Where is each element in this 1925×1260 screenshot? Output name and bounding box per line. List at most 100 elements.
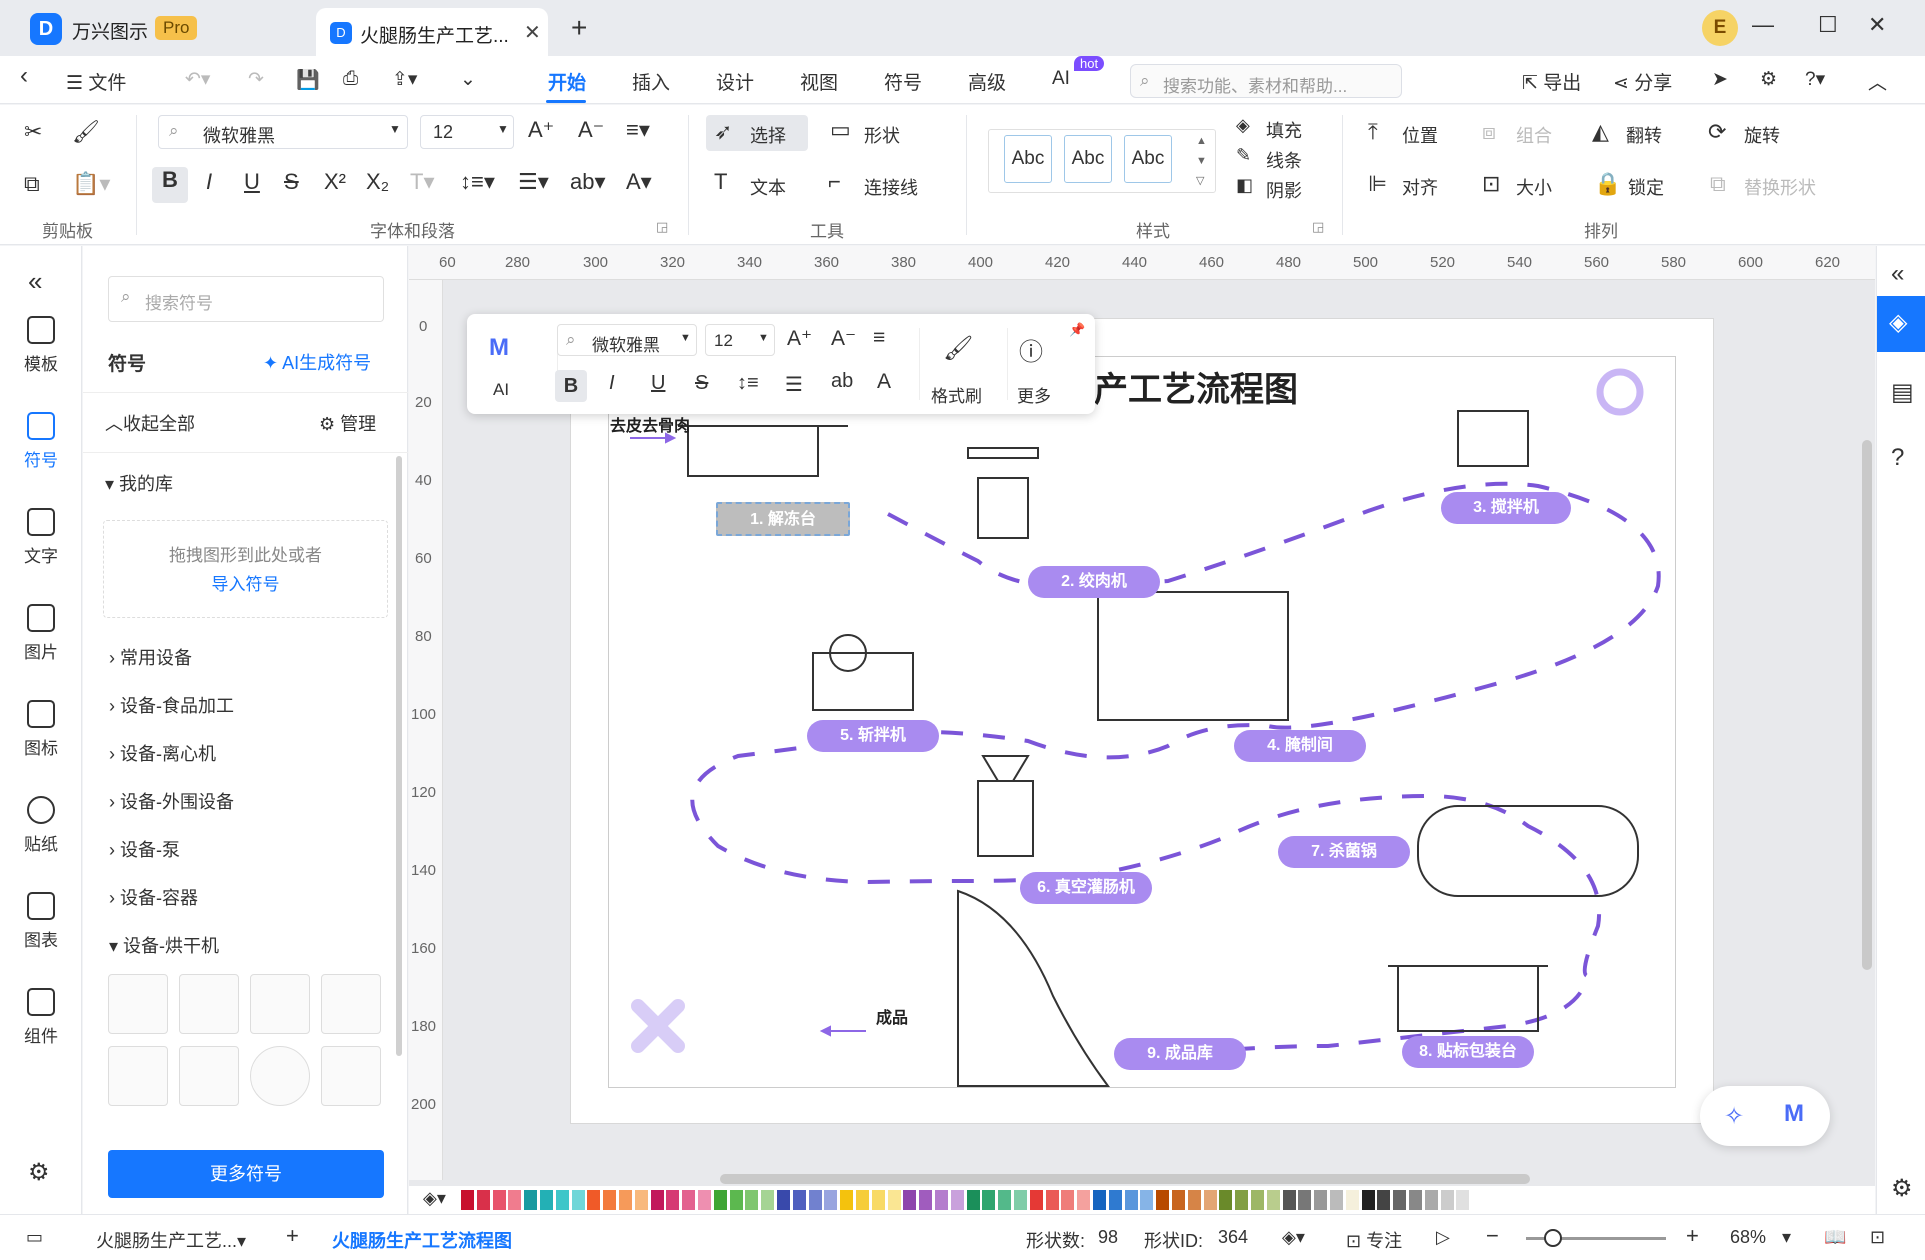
increase-font-icon[interactable]: A⁺ <box>528 117 554 143</box>
back-arrow-icon[interactable]: ‹ <box>20 62 28 90</box>
color-swatch[interactable] <box>745 1190 759 1210</box>
group-label[interactable]: 组合 <box>1516 122 1552 148</box>
ai-logo-icon[interactable]: M <box>489 334 509 362</box>
step-8-label[interactable]: 8. 贴标包装台 <box>1402 1036 1534 1068</box>
color-swatch[interactable] <box>982 1190 996 1210</box>
gallery-scroll-icon[interactable]: ▲ ▼ ▽ <box>1196 131 1207 191</box>
horizontal-scrollbar[interactable] <box>720 1174 1530 1184</box>
zoom-value[interactable]: 68% <box>1730 1227 1766 1248</box>
color-swatch[interactable] <box>1266 1190 1280 1210</box>
shadow-icon[interactable]: ◧ <box>1236 175 1253 196</box>
font-color-icon[interactable]: A▾ <box>626 169 652 195</box>
book-view-icon[interactable]: 📖 <box>1824 1227 1846 1248</box>
bold-button[interactable]: B <box>152 167 188 203</box>
increase-font-icon[interactable]: A⁺ <box>787 326 812 351</box>
color-swatch[interactable] <box>1298 1190 1312 1210</box>
nav-sticker[interactable]: 贴纸 <box>0 796 82 855</box>
connector-icon[interactable]: ⌐ <box>828 169 841 195</box>
color-swatch[interactable] <box>1361 1190 1375 1210</box>
nav-image[interactable]: 图片 <box>0 604 82 663</box>
line-label[interactable]: 线条 <box>1266 147 1302 173</box>
minimize-button[interactable]: — <box>1752 12 1774 38</box>
subscript-button[interactable]: X₂ <box>366 169 389 195</box>
export-button[interactable]: ⇱ 导出 <box>1522 68 1581 95</box>
settings-icon[interactable]: ⚙ <box>1760 68 1777 91</box>
magic-wand-icon[interactable]: ✧ <box>1724 1102 1744 1131</box>
color-swatch[interactable] <box>492 1190 506 1210</box>
color-swatch[interactable] <box>1014 1190 1027 1210</box>
lock-label[interactable]: 锁定 <box>1628 174 1664 200</box>
color-swatch[interactable] <box>1124 1190 1138 1210</box>
step-2-label[interactable]: 2. 绞肉机 <box>1028 566 1160 598</box>
close-window-button[interactable]: ✕ <box>1868 12 1886 38</box>
nav-component[interactable]: 组件 <box>0 988 82 1047</box>
step-4-label[interactable]: 4. 腌制间 <box>1234 730 1366 762</box>
color-swatch[interactable] <box>1093 1190 1106 1210</box>
font-family-select[interactable]: ⌕ 微软雅黑 ▼ <box>158 115 408 149</box>
shape-icon[interactable]: ▭ <box>830 117 851 143</box>
category-item[interactable]: › 设备-外围设备 <box>109 788 234 814</box>
color-swatch[interactable] <box>540 1190 553 1210</box>
color-swatch[interactable] <box>1409 1190 1422 1210</box>
color-swatch[interactable] <box>1156 1190 1170 1210</box>
color-swatch[interactable] <box>1456 1190 1470 1210</box>
color-swatch[interactable] <box>698 1190 711 1210</box>
zoom-chevron-icon[interactable]: ▾ <box>1782 1227 1791 1248</box>
color-swatch[interactable] <box>634 1190 648 1210</box>
menu-tab-design[interactable]: 设计 <box>716 68 754 95</box>
color-swatch[interactable] <box>808 1190 822 1210</box>
color-swatch[interactable] <box>461 1190 474 1210</box>
text-tool-label[interactable]: 文本 <box>750 174 786 200</box>
color-swatch[interactable] <box>856 1190 869 1210</box>
flip-label[interactable]: 翻转 <box>1626 122 1662 148</box>
category-item[interactable]: › 设备-容器 <box>109 884 198 910</box>
color-swatch[interactable] <box>713 1190 727 1210</box>
zoom-out-button[interactable]: − <box>1486 1223 1499 1249</box>
size-icon[interactable]: ⊡ <box>1482 171 1500 197</box>
color-swatch[interactable] <box>1219 1190 1233 1210</box>
replace-shape-icon[interactable]: ⧉ <box>1710 171 1726 197</box>
my-library[interactable]: ▾ 我的库 <box>105 470 173 496</box>
size-label[interactable]: 大小 <box>1516 174 1552 200</box>
dryer-symbol[interactable] <box>108 974 168 1034</box>
font-color-icon[interactable]: A <box>877 370 891 394</box>
color-swatch[interactable] <box>919 1190 933 1210</box>
category-item[interactable]: › 设备-食品加工 <box>109 692 234 718</box>
menu-tab-insert[interactable]: 插入 <box>632 68 670 95</box>
font-size-select[interactable]: 12 ▼ <box>420 115 514 149</box>
color-swatch[interactable] <box>524 1190 538 1210</box>
float-size-select[interactable]: 12 ▼ <box>705 324 775 356</box>
bold-button[interactable]: B <box>555 370 587 402</box>
color-swatch[interactable] <box>682 1190 696 1210</box>
color-swatch[interactable] <box>935 1190 948 1210</box>
color-swatch[interactable] <box>1314 1190 1328 1210</box>
help-icon[interactable]: ? <box>1891 444 1904 472</box>
cut-icon[interactable]: ✂ <box>24 119 42 145</box>
color-swatch[interactable] <box>603 1190 617 1210</box>
active-page-tab[interactable]: 火腿肠生产工艺流程图 <box>332 1227 512 1253</box>
copy-icon[interactable]: ⧉ <box>24 171 40 197</box>
color-swatch[interactable] <box>1440 1190 1454 1210</box>
step-1-label[interactable]: 1. 解冻台 <box>716 502 850 536</box>
menu-tab-symbol[interactable]: 符号 <box>884 68 922 95</box>
color-swatch[interactable] <box>777 1190 790 1210</box>
strikethrough-button[interactable]: S <box>284 169 299 195</box>
group-icon[interactable]: ⧈ <box>1482 119 1496 145</box>
dryer-symbol[interactable] <box>321 974 381 1034</box>
dryer-symbol[interactable] <box>321 1046 381 1106</box>
style-sample-1[interactable]: Abc <box>1004 135 1052 183</box>
symbol-search-input[interactable]: ⌕ 搜索符号 <box>108 276 384 322</box>
text-wrap-icon[interactable]: ab▾ <box>570 169 606 195</box>
shadow-label[interactable]: 阴影 <box>1266 177 1302 203</box>
color-swatch[interactable] <box>1393 1190 1407 1210</box>
italic-button[interactable]: I <box>206 169 212 195</box>
color-swatch[interactable] <box>1282 1190 1296 1210</box>
fill-icon[interactable]: ◈ <box>1236 115 1250 136</box>
color-swatch[interactable] <box>1235 1190 1249 1210</box>
dialog-launcher-icon[interactable]: ◲ <box>656 219 668 235</box>
category-item-expanded[interactable]: ▾ 设备-烘干机 <box>109 932 219 958</box>
color-swatch[interactable] <box>966 1190 980 1210</box>
decrease-font-icon[interactable]: A⁻ <box>578 117 604 143</box>
dryer-symbol[interactable] <box>179 974 239 1034</box>
color-swatch[interactable] <box>571 1190 585 1210</box>
